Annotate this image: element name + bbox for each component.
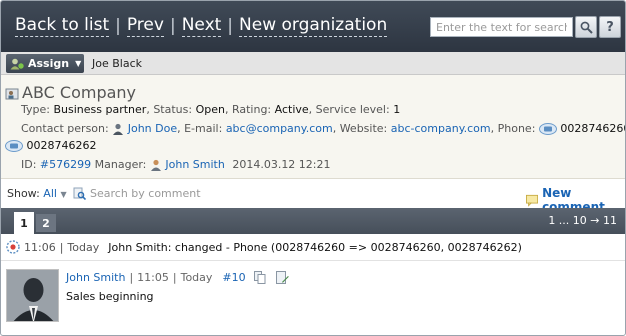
prev-link[interactable]: Prev xyxy=(126,15,164,37)
manager-link[interactable]: John Smith xyxy=(165,158,224,171)
nav-separator: | xyxy=(115,16,121,36)
edit-icon[interactable] xyxy=(275,271,289,284)
user-avatar-icon xyxy=(7,270,58,321)
user-assign-icon xyxy=(10,58,24,69)
company-header: ABC Company xyxy=(5,83,136,102)
org-meta: ID: #576299 Manager: John Smith 2014.03.… xyxy=(21,158,331,171)
comment-icon xyxy=(526,194,539,207)
change-icon xyxy=(6,240,20,254)
type-value: Business partner xyxy=(53,103,147,116)
status-value: Open xyxy=(195,103,225,116)
show-filter: Show: All ▼ xyxy=(7,187,67,200)
comment-separator: | xyxy=(172,271,177,284)
phone-icon[interactable] xyxy=(538,123,557,135)
type-label: Type: xyxy=(21,103,50,116)
contact-person-link[interactable]: John Doe xyxy=(128,122,177,135)
show-filter-dropdown[interactable]: All xyxy=(43,187,57,200)
organization-info: ABC Company Type: Business partner, Stat… xyxy=(1,75,625,179)
show-label: Show: xyxy=(7,187,40,200)
comment-meta: John Smith | 11:05 | Today #10 xyxy=(66,271,289,284)
page-tab-1[interactable]: 1 xyxy=(14,212,34,234)
email-label: E-mail: xyxy=(184,122,223,135)
help-icon: ? xyxy=(606,19,614,35)
email-link[interactable]: abc@company.com xyxy=(226,122,333,135)
org-contacts: Contact person: John Doe, E-mail: abc@co… xyxy=(21,122,626,135)
page-tab-2[interactable]: 2 xyxy=(36,214,56,232)
website-link[interactable]: abc-company.com xyxy=(391,122,491,135)
chevron-down-icon: ▼ xyxy=(75,59,82,68)
comment-item: John Smith | 11:05 | Today #10 Sales beg… xyxy=(1,262,625,335)
phone-icon[interactable] xyxy=(5,140,23,152)
contact-label: Contact person: xyxy=(21,122,109,135)
next-link[interactable]: Next xyxy=(181,15,222,37)
pagination-bar: 1 2 1 ... 10 → 11 xyxy=(1,208,625,234)
service-level-value: 1 xyxy=(393,103,401,116)
page-range[interactable]: 1 ... 10 → 11 xyxy=(548,214,617,227)
service-level-label: Service level: xyxy=(315,103,390,116)
comment-author-link[interactable]: John Smith xyxy=(66,271,125,284)
phone-label: Phone: xyxy=(497,122,536,135)
back-to-list-link[interactable]: Back to list xyxy=(15,15,110,37)
org-id-link[interactable]: #576299 xyxy=(40,158,91,171)
search-icon xyxy=(73,187,86,200)
assign-bar: Assign ▼ Joe Black xyxy=(1,52,625,75)
avatar xyxy=(6,269,59,322)
copy-icon[interactable] xyxy=(253,271,266,284)
assign-label: Assign xyxy=(28,57,70,70)
history-separator: | xyxy=(59,240,64,254)
status-label: Status: xyxy=(153,103,193,116)
org-phone-extra: 0028746262 xyxy=(5,139,97,152)
org-properties: Type: Business partner, Status: Open, Ra… xyxy=(21,103,401,116)
history-entry: 11:06 | Today John Smith: changed - Phon… xyxy=(1,234,625,261)
comment-search[interactable]: Search by comment xyxy=(73,187,201,200)
help-button[interactable]: ? xyxy=(599,16,621,38)
rating-label: Rating: xyxy=(231,103,272,116)
comment-separator: | xyxy=(129,271,134,284)
phone-number: 0028746262 xyxy=(26,139,97,152)
new-organization-link[interactable]: New organization xyxy=(239,15,388,37)
top-nav: Back to list | Prev | Next | New organiz… xyxy=(15,15,388,37)
search-button[interactable] xyxy=(575,16,597,38)
nav-separator: | xyxy=(169,16,176,36)
person-icon xyxy=(113,123,124,135)
search-input[interactable] xyxy=(430,17,573,37)
search-icon xyxy=(580,21,593,34)
top-toolbar: Back to list | Prev | Next | New organiz… xyxy=(1,1,625,52)
manager-icon xyxy=(150,159,161,171)
comment-number-link[interactable]: #10 xyxy=(222,271,245,284)
organization-icon xyxy=(5,88,19,99)
comment-search-placeholder: Search by comment xyxy=(90,187,201,200)
nav-separator: | xyxy=(227,16,234,36)
history-day: Today xyxy=(67,240,100,254)
assignee-name: Joe Black xyxy=(92,57,142,70)
comment-text: Sales beginning xyxy=(66,290,154,303)
assign-button[interactable]: Assign ▼ xyxy=(6,54,84,73)
comment-time: 11:05 xyxy=(137,271,169,284)
created-date: 2014.03.12 12:21 xyxy=(232,158,331,171)
window: Back to list | Prev | Next | New organiz… xyxy=(0,0,626,336)
history-time: 11:06 xyxy=(24,240,56,254)
website-label: Website: xyxy=(339,122,388,135)
page-title: ABC Company xyxy=(22,83,137,102)
chevron-down-icon[interactable]: ▼ xyxy=(60,190,66,199)
comment-day: Today xyxy=(180,271,213,284)
phone-number: 0028746260 xyxy=(560,122,626,135)
filter-bar: Show: All ▼ Search by comment New commen… xyxy=(1,180,625,214)
manager-label: Manager: xyxy=(94,158,147,171)
id-label: ID: xyxy=(21,158,37,171)
history-text: John Smith: changed - Phone (0028746260 … xyxy=(108,240,522,254)
rating-value: Active xyxy=(274,103,309,116)
